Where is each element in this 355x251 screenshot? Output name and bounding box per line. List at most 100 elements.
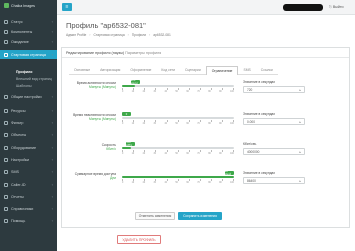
- stepper-icon[interactable]: ▸: [299, 88, 301, 92]
- sidebar-subitem-1[interactable]: Внешний вид страниц: [16, 77, 52, 81]
- tab-3[interactable]: Код сети: [156, 66, 181, 75]
- sidebar-item-4[interactable]: Общие настройки ‹: [0, 92, 57, 101]
- breadcrumb-separator: ›: [89, 33, 91, 37]
- tick-value: 30: [153, 91, 157, 93]
- sidebar-item-label: Объекты: [11, 132, 27, 137]
- delete-profile-button[interactable]: УДАЛИТЬ ПРОФИЛЬ: [117, 235, 161, 244]
- sidebar-item-2[interactable]: Ожидание ‹: [0, 37, 57, 46]
- tab-7[interactable]: Ссылки: [255, 66, 278, 75]
- tick-value: 100: [230, 123, 234, 125]
- tick-value: 20: [142, 91, 146, 93]
- value-text: 720: [247, 87, 253, 92]
- tab-6[interactable]: SMS: [238, 66, 256, 75]
- stepper-icon[interactable]: ▸: [299, 120, 301, 124]
- tick-value: 40: [164, 153, 168, 155]
- filter-icon: [4, 120, 8, 125]
- logout-link[interactable]: ⎋ Выйти: [329, 5, 344, 9]
- objects-icon: [4, 132, 8, 137]
- user-name-redacted[interactable]: [283, 4, 323, 11]
- slider-handle[interactable]: 30 Дней: [225, 170, 234, 176]
- tab-0[interactable]: Основные: [69, 66, 96, 75]
- slider-handle[interactable]: 120 минут: [130, 79, 140, 85]
- breadcrumb-item[interactable]: Стартовая страница: [93, 33, 124, 37]
- tick-value: 40: [164, 182, 168, 184]
- tick-value: 30: [153, 123, 157, 125]
- tick-value: 20: [142, 153, 146, 155]
- slider-fill: [122, 85, 136, 87]
- tick-value: 100: [230, 182, 234, 184]
- chevron-icon: ‹: [51, 218, 53, 223]
- sidebar-item-11[interactable]: Caller-ID ‹: [0, 180, 57, 189]
- limit-slider[interactable]: 100 Мб/с: [122, 141, 234, 149]
- slider-fill: [122, 176, 234, 178]
- tick-value: 90: [219, 91, 222, 93]
- breadcrumb-item[interactable]: Админ Profile: [66, 33, 86, 37]
- sidebar-item-label: Компоненты: [11, 29, 33, 34]
- value-field[interactable]: 720 ▸: [243, 86, 305, 93]
- value-label: Значение в секундах: [243, 112, 276, 116]
- tick-value: 70: [197, 123, 200, 125]
- chevron-icon: ‹: [51, 157, 53, 162]
- tick-value: 60: [186, 182, 189, 184]
- hardware-icon: [4, 145, 8, 150]
- sidebar-item-label: Ожидание: [11, 39, 29, 44]
- sidebar-item-5[interactable]: Ресурсы ‹: [0, 106, 57, 115]
- stepper-icon[interactable]: ▸: [299, 150, 301, 154]
- sidebar-item-3[interactable]: Стартовая страница ‹: [0, 50, 57, 59]
- sidebar-item-7[interactable]: Объекты ‹: [0, 130, 57, 139]
- tick-value: 60: [186, 153, 189, 155]
- tab-2[interactable]: Оформление: [125, 66, 157, 75]
- sidebar-subitem-0[interactable]: Профили: [16, 70, 32, 74]
- panel-header: Редактирование профиля (паузы) Параметры…: [62, 48, 349, 58]
- sidebar-item-6[interactable]: Фильтр ‹: [0, 118, 57, 127]
- menu-icon: ≡: [65, 4, 69, 10]
- stepper-icon[interactable]: ▸: [299, 179, 301, 183]
- breadcrumb-item: ар6532-081: [153, 33, 171, 37]
- slider-tick-values: 0 10 20 30 40 50 60 70 80 90 100: [122, 91, 234, 93]
- sidebar-item-10[interactable]: SMS ‹: [0, 167, 57, 176]
- sidebar-item-8[interactable]: Оборудование ‹: [0, 143, 57, 152]
- limit-slider[interactable]: 30 Дней: [122, 170, 234, 178]
- value-field[interactable]: 4000000 ▸: [243, 148, 305, 155]
- tab-1[interactable]: Авторизация: [95, 66, 126, 75]
- tick-value: 90: [219, 123, 222, 125]
- sidebar-item-label: Отчеты: [11, 194, 24, 199]
- limit-label: Скорость Кбит/с: [66, 143, 116, 151]
- slider-handle[interactable]: 100 Мб/с: [126, 141, 136, 147]
- tab-4[interactable]: Сценарии: [180, 66, 206, 75]
- tick-value: 70: [197, 153, 200, 155]
- sidebar-item-1[interactable]: Компоненты ‹: [0, 27, 57, 36]
- limit-slider[interactable]: 120 минут: [122, 79, 234, 87]
- limit-slider[interactable]: 0: [122, 112, 234, 119]
- value-field[interactable]: 86400 ▸: [243, 177, 305, 184]
- sidebar-subitem-2[interactable]: Шаблоны: [16, 84, 31, 88]
- menu-toggle-button[interactable]: ≡: [62, 3, 72, 11]
- phone-icon: [4, 182, 8, 187]
- cancel-changes-button[interactable]: Отменить изменения: [135, 212, 175, 220]
- save-changes-button[interactable]: Сохранить изменения: [178, 212, 222, 220]
- sidebar-item-9[interactable]: Настройки ‹: [0, 155, 57, 164]
- breadcrumb-item[interactable]: Профили: [132, 33, 146, 37]
- chevron-icon: ‹: [51, 120, 53, 125]
- chevron-icon: ‹: [51, 206, 53, 211]
- limit-unit: Кбит/с: [106, 147, 116, 152]
- status-icon: [4, 19, 8, 24]
- tick-value: 50: [175, 123, 178, 125]
- tick-value: 10: [131, 91, 135, 93]
- sidebar-item-13[interactable]: Справочники ‹: [0, 204, 57, 213]
- tick-value: 80: [208, 153, 211, 155]
- chevron-icon: ‹: [51, 132, 53, 137]
- value-field[interactable]: 0.000 ▸: [243, 118, 305, 125]
- tick-value: 90: [219, 182, 222, 184]
- value-label: Кбит/сек.: [243, 142, 257, 146]
- tick-value: 60: [186, 123, 189, 125]
- tab-5[interactable]: Ограничение: [205, 66, 239, 75]
- sidebar-item-14[interactable]: Помощь ‹: [0, 216, 57, 225]
- sidebar-item-0[interactable]: Статус ‹: [0, 17, 57, 26]
- sidebar-item-12[interactable]: Отчеты ‹: [0, 192, 57, 201]
- limit-label: Время активности сессии Минуты (Минуты): [66, 81, 116, 89]
- sidebar-item-label: Справочники: [11, 206, 34, 211]
- limit-unit: Дни: [110, 176, 116, 181]
- slider-handle[interactable]: 0: [122, 112, 131, 116]
- brand-logo[interactable]: Chaika Images: [4, 3, 35, 8]
